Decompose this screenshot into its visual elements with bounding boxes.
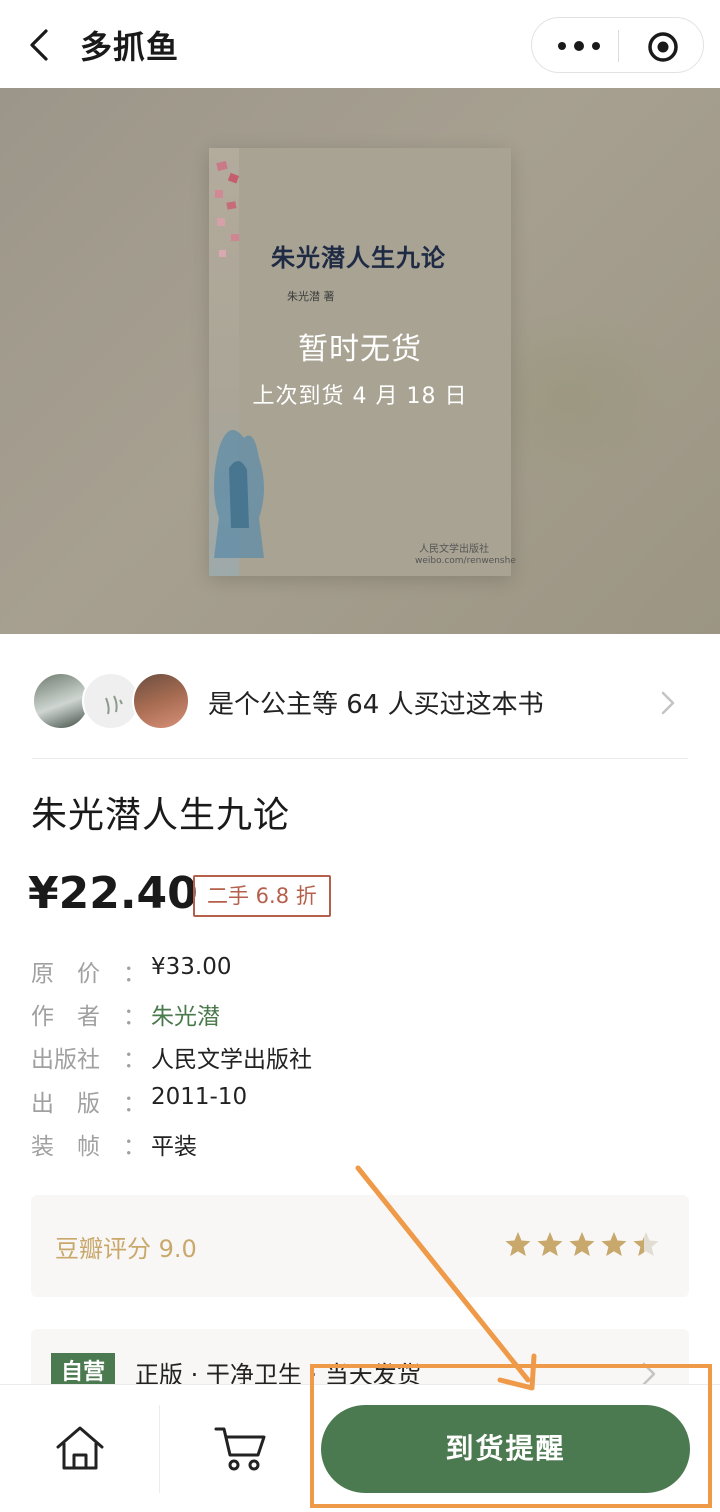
info-value: 人民文学出版社: [151, 1047, 312, 1073]
book-cover-author: 朱光潜 著: [287, 290, 335, 303]
last-restock-date: 上次到货 4 月 18 日: [252, 384, 468, 409]
douban-rating-text: 豆瓣评分 9.0: [55, 1235, 197, 1263]
book-cover-sculpture-art: [214, 430, 264, 558]
info-label: 原 价: [31, 961, 100, 987]
star-full: [537, 1232, 563, 1256]
star-full: [569, 1232, 595, 1256]
chevron-right-icon: [661, 691, 675, 715]
section-divider: [32, 758, 688, 759]
author-link[interactable]: 朱光潜: [151, 997, 220, 1031]
buyers-summary: 是个公主等 64 人买过这本书: [208, 690, 544, 720]
app-title: 多抓鱼: [80, 28, 180, 66]
cart-icon[interactable]: [212, 1423, 268, 1473]
bottom-bar-divider: [159, 1405, 160, 1493]
info-colon: ：: [123, 1047, 146, 1073]
buyers-row[interactable]: 是个公主等 64 人买过这本书: [0, 634, 720, 758]
target-icon[interactable]: [646, 30, 680, 64]
info-value: 2011-10: [151, 1084, 248, 1110]
info-value: ¥33.00: [151, 954, 232, 980]
annotation-highlight-box: [310, 1364, 712, 1508]
info-label: 作 者: [31, 1004, 100, 1030]
book-cover-url: weibo.com/renwenshe: [415, 556, 516, 566]
info-colon: ：: [123, 1134, 146, 1160]
info-label: 装 帧: [31, 1134, 100, 1160]
star-full: [505, 1232, 531, 1256]
more-dots-icon[interactable]: [554, 32, 604, 60]
book-cover-title: 朱光潜人生九论: [271, 243, 446, 272]
top-nav-bar: 多抓鱼: [0, 0, 720, 88]
info-colon: ：: [123, 961, 146, 987]
capsule-divider: [618, 30, 619, 62]
chevron-left-icon[interactable]: [26, 27, 54, 63]
out-of-stock-title: 暂时无货: [298, 332, 422, 367]
product-price: ¥22.40: [28, 868, 198, 919]
product-title: 朱光潜人生九论: [31, 795, 291, 836]
info-value: 平装: [151, 1134, 197, 1160]
book-cover-hero: 朱光潜人生九论 朱光潜 著 人民文学出版社 weibo.com/renwensh…: [0, 88, 720, 634]
buyer-avatar: [132, 672, 190, 730]
mini-program-capsule: [531, 17, 704, 73]
info-colon: ：: [123, 1004, 146, 1030]
douban-rating-card[interactable]: 豆瓣评分 9.0: [31, 1195, 689, 1297]
info-label: 出 版: [31, 1091, 100, 1117]
star-full: [601, 1232, 627, 1256]
info-label: 出版社: [31, 1047, 100, 1073]
book-cover-publisher: 人民文学出版社: [419, 544, 489, 555]
star-rating-icon: [505, 1232, 659, 1256]
condition-discount-badge: 二手 6.8 折: [193, 875, 331, 917]
home-icon[interactable]: [52, 1423, 108, 1473]
info-colon: ：: [123, 1091, 146, 1117]
book-cover-decoration: [215, 160, 240, 257]
